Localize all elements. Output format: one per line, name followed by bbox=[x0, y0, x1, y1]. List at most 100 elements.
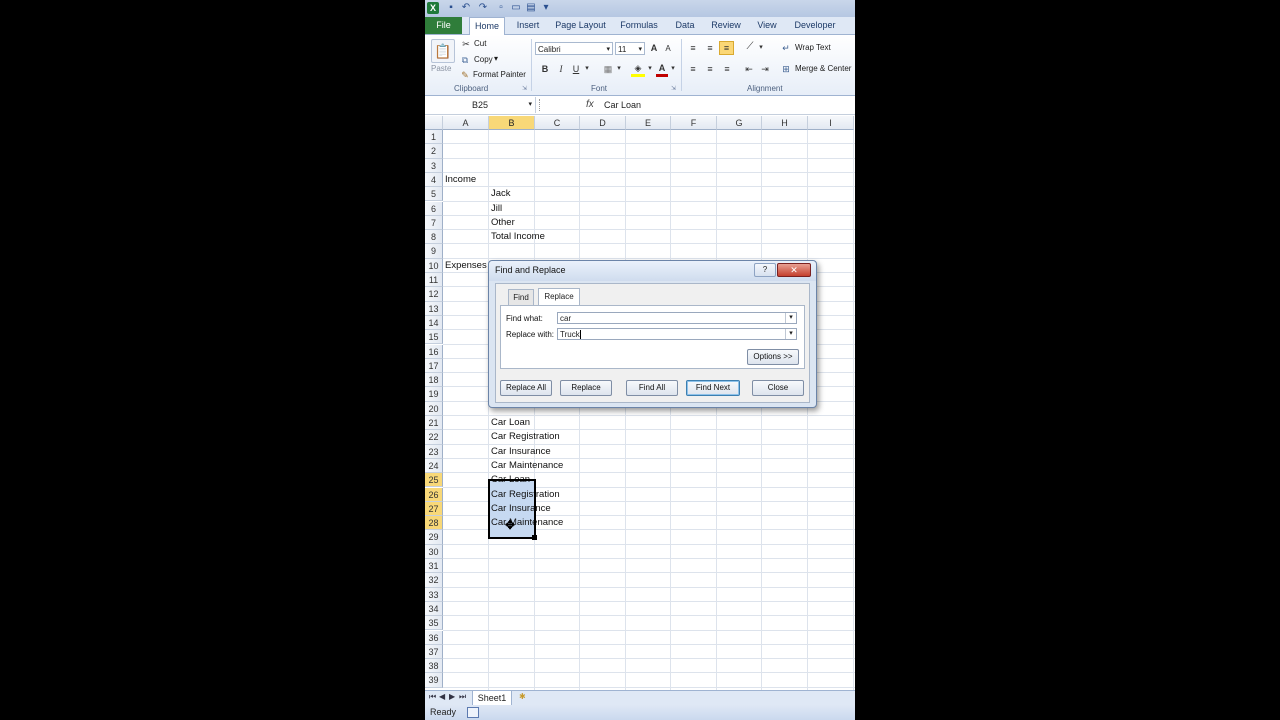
cell-b23[interactable]: Car Insurance bbox=[491, 445, 551, 459]
row-header-24[interactable]: 24 bbox=[425, 458, 443, 474]
row-header-14[interactable]: 14 bbox=[425, 315, 443, 331]
cell-b8[interactable]: Total Income bbox=[491, 230, 545, 244]
orientation-dropdown-icon[interactable]: ▾ bbox=[757, 42, 765, 54]
chevron-down-icon[interactable]: ▾ bbox=[785, 313, 796, 323]
cell-b24[interactable]: Car Maintenance bbox=[491, 459, 563, 473]
row-header-25[interactable]: 25 bbox=[425, 473, 443, 488]
cell-a4[interactable]: Income bbox=[445, 173, 476, 187]
row-header-19[interactable]: 19 bbox=[425, 387, 443, 402]
fill-color-icon[interactable]: ◈ bbox=[631, 62, 645, 77]
dialog-title-bar[interactable]: Find and Replace ? ✕ bbox=[489, 261, 816, 281]
macro-record-icon[interactable] bbox=[467, 707, 479, 718]
tab-file[interactable]: File bbox=[425, 17, 462, 34]
tab-developer[interactable]: Developer bbox=[793, 17, 837, 34]
row-header-8[interactable]: 8 bbox=[425, 230, 443, 245]
row-header-11[interactable]: 11 bbox=[425, 273, 443, 288]
print-preview-icon[interactable]: ▤ bbox=[525, 2, 537, 14]
row-header-17[interactable]: 17 bbox=[425, 358, 443, 374]
column-header-h[interactable]: H bbox=[762, 116, 808, 130]
column-header-d[interactable]: D bbox=[580, 116, 626, 130]
tab-view[interactable]: View bbox=[755, 17, 779, 34]
merge-center-button[interactable]: Merge & Center bbox=[795, 64, 851, 73]
align-right-icon[interactable]: ≡ bbox=[721, 63, 733, 75]
row-header-33[interactable]: 33 bbox=[425, 587, 443, 602]
shrink-font-icon[interactable]: A bbox=[663, 43, 673, 55]
tab-data[interactable]: Data bbox=[673, 17, 697, 34]
clipboard-launcher-icon[interactable]: ⇲ bbox=[522, 85, 527, 92]
new-icon[interactable]: ▫ bbox=[495, 2, 507, 14]
row-header-29[interactable]: 29 bbox=[425, 530, 443, 545]
help-button[interactable]: ? bbox=[754, 263, 776, 277]
tab-page-layout[interactable]: Page Layout bbox=[553, 17, 608, 34]
replace-button[interactable]: Replace bbox=[560, 380, 612, 396]
underline-button[interactable]: U bbox=[571, 63, 581, 75]
font-color-dropdown-icon[interactable]: ▾ bbox=[669, 63, 677, 75]
close-button[interactable]: Close bbox=[752, 380, 804, 396]
column-header-a[interactable]: A bbox=[443, 116, 489, 130]
cell-b6[interactable]: Jill bbox=[491, 202, 502, 216]
row-header-7[interactable]: 7 bbox=[425, 215, 443, 231]
bold-button[interactable]: B bbox=[540, 63, 550, 75]
last-sheet-icon[interactable]: ⏭ bbox=[459, 692, 466, 702]
column-header-b[interactable]: B bbox=[489, 116, 535, 130]
find-what-input[interactable]: car ▾ bbox=[557, 312, 797, 324]
tab-formulas[interactable]: Formulas bbox=[619, 17, 659, 34]
borders-dropdown-icon[interactable]: ▾ bbox=[615, 63, 623, 75]
row-header-26[interactable]: 26 bbox=[425, 487, 443, 502]
chevron-down-icon[interactable]: ▾ bbox=[785, 329, 796, 339]
undo-icon[interactable]: ↶ bbox=[460, 2, 472, 14]
sheet-tab-sheet1[interactable]: Sheet1 bbox=[472, 691, 512, 706]
first-sheet-icon[interactable]: ⏮ bbox=[429, 692, 436, 702]
prev-sheet-icon[interactable]: ◀ bbox=[439, 692, 445, 701]
orientation-icon[interactable]: ⟋ bbox=[743, 41, 757, 53]
insert-sheet-icon[interactable]: ✱ bbox=[519, 692, 526, 701]
column-header-i[interactable]: I bbox=[808, 116, 854, 130]
row-header-18[interactable]: 18 bbox=[425, 373, 443, 388]
row-header-31[interactable]: 31 bbox=[425, 559, 443, 574]
copy-button[interactable]: Copy bbox=[474, 55, 493, 64]
increase-indent-icon[interactable]: ⇥ bbox=[759, 63, 771, 75]
copy-dropdown-icon[interactable]: ▾ bbox=[494, 54, 498, 63]
decrease-indent-icon[interactable]: ⇤ bbox=[743, 63, 755, 75]
row-header-2[interactable]: 2 bbox=[425, 144, 443, 159]
row-header-10[interactable]: 10 bbox=[425, 258, 443, 273]
row-header-28[interactable]: 28 bbox=[425, 516, 443, 531]
options-button[interactable]: Options >> bbox=[747, 349, 799, 365]
replace-all-button[interactable]: Replace All bbox=[500, 380, 552, 396]
tab-replace[interactable]: Replace bbox=[538, 288, 580, 306]
row-header-1[interactable]: 1 bbox=[425, 130, 443, 145]
name-box[interactable]: B25 ▾ bbox=[425, 97, 536, 113]
row-header-12[interactable]: 12 bbox=[425, 287, 443, 302]
insert-function-button[interactable]: fx bbox=[586, 97, 594, 113]
merge-center-icon[interactable]: ⊞ bbox=[780, 63, 792, 75]
row-header-9[interactable]: 9 bbox=[425, 244, 443, 259]
font-size-select[interactable]: 11 ▾ bbox=[615, 42, 645, 55]
wrap-text-icon[interactable]: ↵ bbox=[780, 42, 792, 54]
row-header-35[interactable]: 35 bbox=[425, 616, 443, 631]
open-icon[interactable]: ▭ bbox=[510, 2, 522, 14]
wrap-text-button[interactable]: Wrap Text bbox=[795, 43, 831, 52]
find-next-button[interactable]: Find Next bbox=[686, 380, 740, 396]
column-header-e[interactable]: E bbox=[626, 116, 671, 130]
row-header-38[interactable]: 38 bbox=[425, 659, 443, 674]
row-header-16[interactable]: 16 bbox=[425, 344, 443, 359]
row-header-6[interactable]: 6 bbox=[425, 201, 443, 216]
cell-b21[interactable]: Car Loan bbox=[491, 416, 530, 430]
align-bottom-icon[interactable]: ≡ bbox=[719, 41, 734, 55]
formula-input[interactable]: Car Loan bbox=[604, 97, 641, 113]
cut-button[interactable]: Cut bbox=[474, 39, 486, 48]
fill-dropdown-icon[interactable]: ▾ bbox=[646, 63, 654, 75]
font-launcher-icon[interactable]: ⇲ bbox=[671, 85, 676, 92]
cell-a10[interactable]: Expenses bbox=[445, 259, 487, 273]
row-header-39[interactable]: 39 bbox=[425, 673, 443, 688]
row-header-3[interactable]: 3 bbox=[425, 158, 443, 173]
column-header-f[interactable]: F bbox=[671, 116, 717, 130]
italic-button[interactable]: I bbox=[556, 63, 566, 75]
close-icon[interactable]: ✕ bbox=[777, 263, 811, 277]
row-header-20[interactable]: 20 bbox=[425, 401, 443, 416]
column-header-g[interactable]: G bbox=[717, 116, 762, 130]
align-left-icon[interactable]: ≡ bbox=[687, 63, 699, 75]
underline-dropdown-icon[interactable]: ▾ bbox=[583, 63, 591, 75]
select-all-corner[interactable] bbox=[425, 116, 443, 130]
save-icon[interactable]: ▪ bbox=[445, 2, 457, 14]
